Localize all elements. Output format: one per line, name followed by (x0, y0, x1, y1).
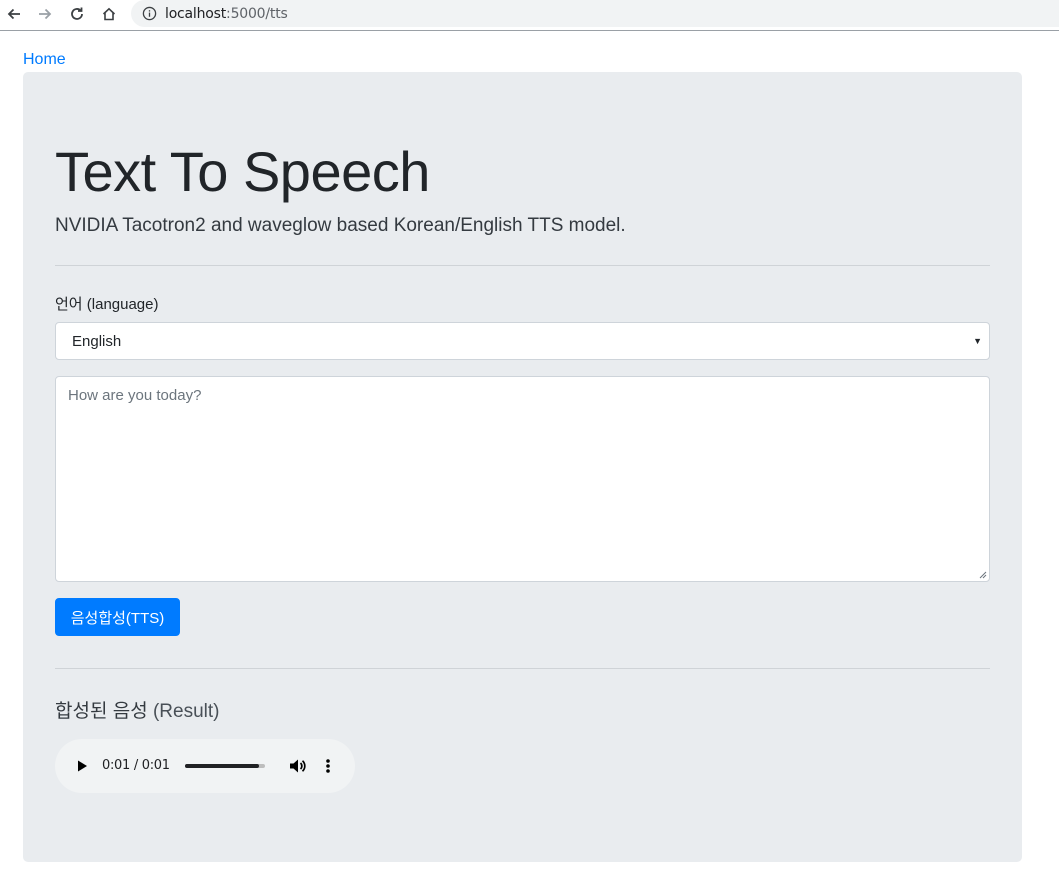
divider (55, 668, 990, 669)
resize-grip-icon[interactable] (979, 571, 987, 579)
divider (55, 265, 990, 266)
language-select[interactable]: English ▼ (55, 322, 990, 360)
reload-button[interactable] (66, 3, 88, 25)
forward-button[interactable] (34, 3, 56, 25)
audio-player: 0:01 / 0:01 (55, 739, 355, 793)
url-host: localhost (165, 5, 227, 22)
caret-down-icon: ▼ (973, 336, 982, 346)
reload-icon (71, 7, 83, 20)
play-icon[interactable] (74, 758, 90, 774)
url-path: :5000/tts (226, 5, 288, 22)
info-icon[interactable] (141, 6, 157, 22)
audio-progress-slider[interactable] (185, 764, 265, 768)
browser-toolbar: localhost:5000/tts (0, 0, 1059, 31)
volume-icon[interactable] (287, 756, 307, 776)
arrow-right-icon (39, 8, 52, 20)
home-icon (102, 7, 116, 21)
tts-submit-button[interactable]: 음성합성(TTS) (55, 598, 180, 636)
language-selected-value: English (72, 332, 122, 350)
result-heading-sub: (Result) (152, 701, 220, 722)
text-input[interactable]: How are you today? (55, 376, 990, 582)
arrow-left-icon (7, 8, 20, 20)
language-label: 언어 (language) (55, 296, 159, 313)
audio-time: 0:01 / 0:01 (102, 758, 170, 773)
audio-progress-fill (185, 764, 260, 768)
address-bar[interactable]: localhost:5000/tts (131, 0, 1059, 27)
result-heading: 합성된 음성 (Result) (55, 696, 219, 723)
more-options-icon[interactable] (321, 756, 335, 776)
result-heading-main: 합성된 음성 (55, 701, 148, 722)
page-subtitle: NVIDIA Tacotron2 and waveglow based Kore… (55, 215, 626, 236)
text-input-placeholder: How are you today? (68, 387, 202, 404)
home-button[interactable] (98, 3, 120, 25)
url-text: localhost:5000/tts (165, 6, 288, 22)
jumbotron: Text To Speech NVIDIA Tacotron2 and wave… (23, 72, 1022, 862)
back-button[interactable] (3, 3, 25, 25)
page-title: Text To Speech (55, 140, 430, 203)
home-link[interactable]: Home (23, 51, 66, 69)
